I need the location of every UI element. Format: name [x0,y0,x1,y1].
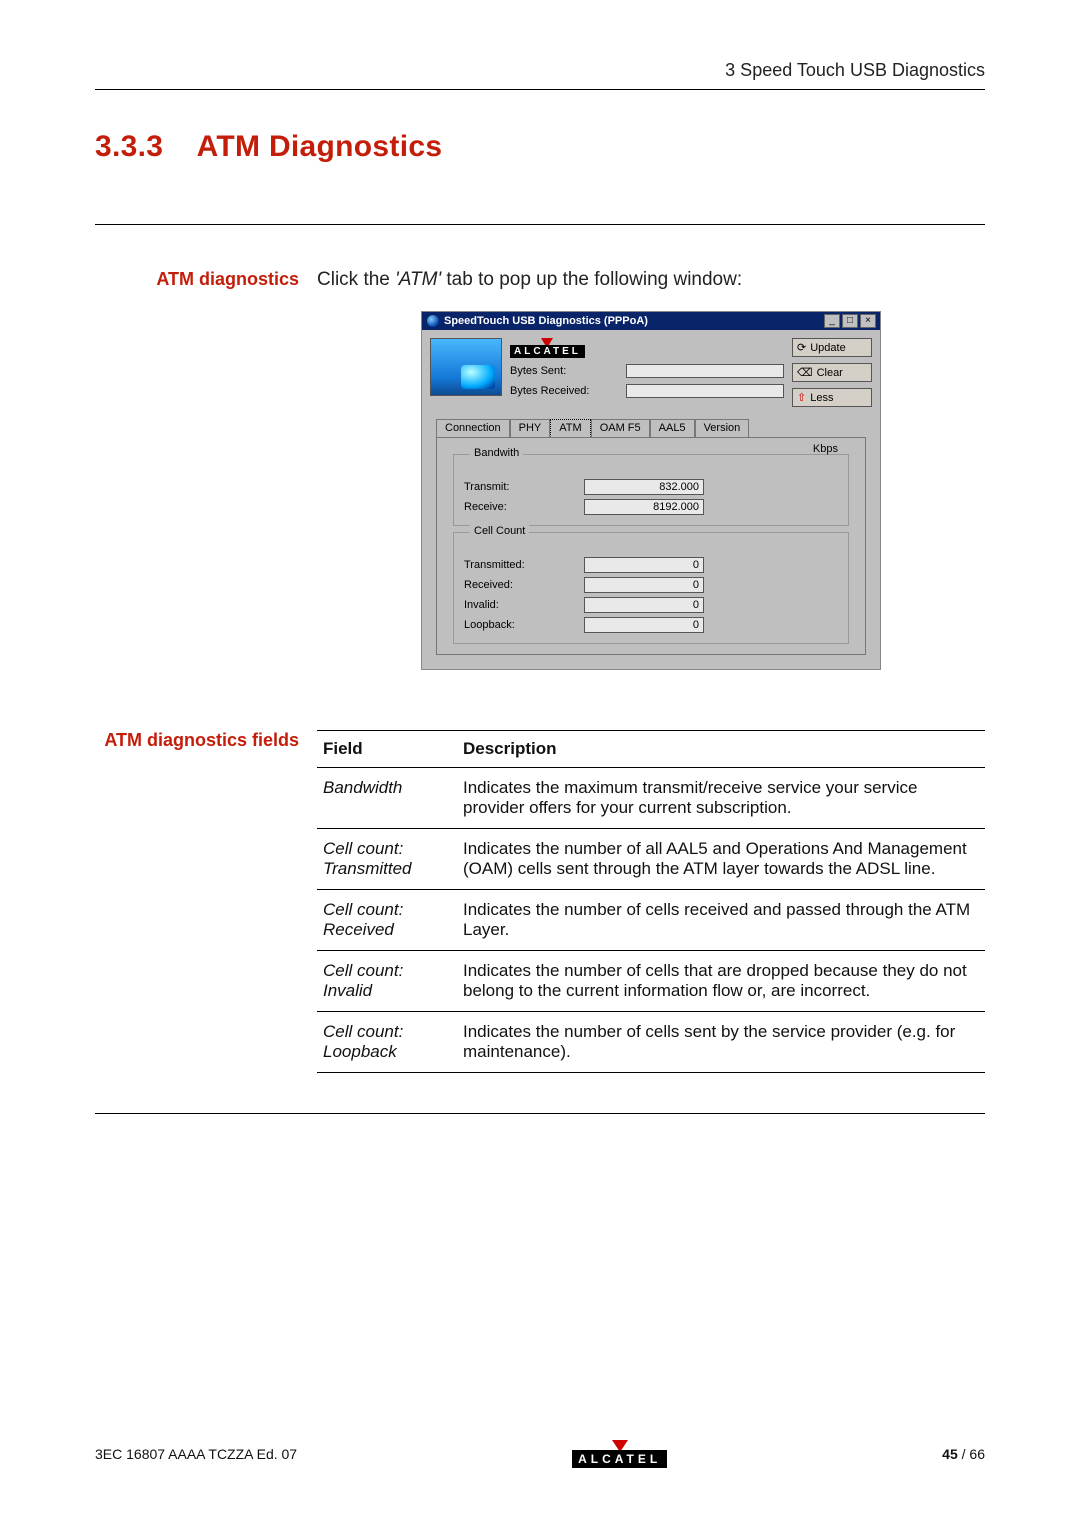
eraser-icon: ⌫ [797,366,813,379]
bytes-sent-value [626,364,784,378]
fields-label: ATM diagnostics fields [95,730,317,1073]
tab-atm[interactable]: ATM [550,419,590,437]
chapter-header: 3 Speed Touch USB Diagnostics [95,60,985,90]
cc-transmitted-label: Transmitted: [464,559,584,571]
tab-aal5[interactable]: AAL5 [650,419,695,437]
section-name: ATM Diagnostics [197,130,443,163]
table-row: BandwidthIndicates the maximum transmit/… [317,768,985,829]
arrow-up-icon: ⇧ [797,391,806,404]
page-footer: 3EC 16807 AAAA TCZZA Ed. 07 ALCATEL 45 /… [95,1440,985,1468]
cc-invalid-label: Invalid: [464,599,584,611]
table-row: Cell count: LoopbackIndicates the number… [317,1012,985,1073]
tab-oamf5[interactable]: OAM F5 [591,419,650,437]
window-title: SpeedTouch USB Diagnostics (PPPoA) [444,315,648,327]
cc-loopback-label: Loopback: [464,619,584,631]
refresh-icon: ⟳ [797,341,806,354]
page-number: 45 / 66 [942,1446,985,1462]
table-row: Cell count: InvalidIndicates the number … [317,951,985,1012]
cc-loopback-value: 0 [584,617,704,633]
th-field: Field [317,731,457,768]
close-icon[interactable]: × [860,314,876,328]
atm-diagnostics-label: ATM diagnostics [95,269,317,670]
bw-receive-label: Receive: [464,501,584,513]
bytes-received-label: Bytes Received: [510,385,620,397]
bytes-sent-label: Bytes Sent: [510,365,620,377]
app-icon [426,314,440,328]
bandwidth-group: Bandwith Kbps Transmit:832.000 Receive:8… [453,454,849,526]
bw-receive-value: 8192.000 [584,499,704,515]
section-number: 3.3.3 [95,130,163,163]
bytes-received-value [626,384,784,398]
table-row: Cell count: ReceivedIndicates the number… [317,890,985,951]
table-row: Cell count: TransmittedIndicates the num… [317,829,985,890]
section-title: 3.3.3 ATM Diagnostics [95,130,985,164]
tab-phy[interactable]: PHY [510,419,551,437]
clear-button[interactable]: ⌫Clear [792,363,872,382]
tab-version[interactable]: Version [695,419,750,437]
cc-transmitted-value: 0 [584,557,704,573]
cellcount-group: Cell Count Transmitted:0 Received:0 Inva… [453,532,849,644]
footer-alcatel-logo: ALCATEL [572,1440,667,1468]
fields-table: Field Description BandwidthIndicates the… [317,730,985,1073]
minimize-icon[interactable]: _ [824,314,840,328]
cc-invalid-value: 0 [584,597,704,613]
maximize-icon[interactable]: □ [842,314,858,328]
bw-transmit-label: Transmit: [464,481,584,493]
cc-received-value: 0 [584,577,704,593]
kbps-header: Kbps [718,443,838,455]
tab-strip: Connection PHY ATM OAM F5 AAL5 Version [436,419,866,437]
update-button[interactable]: ⟳Update [792,338,872,357]
cc-received-label: Received: [464,579,584,591]
alcatel-logo: ALCATEL [510,338,585,358]
intro-text: Click the 'ATM' tab to pop up the follow… [317,269,985,291]
window-titlebar: SpeedTouch USB Diagnostics (PPPoA) _ □ × [422,312,880,330]
doc-reference: 3EC 16807 AAAA TCZZA Ed. 07 [95,1446,297,1462]
less-button[interactable]: ⇧Less [792,388,872,407]
bw-transmit-value: 832.000 [584,479,704,495]
diagnostics-window-screenshot: SpeedTouch USB Diagnostics (PPPoA) _ □ × [421,311,881,670]
tab-connection[interactable]: Connection [436,419,510,437]
product-image [430,338,502,396]
th-description: Description [457,731,985,768]
